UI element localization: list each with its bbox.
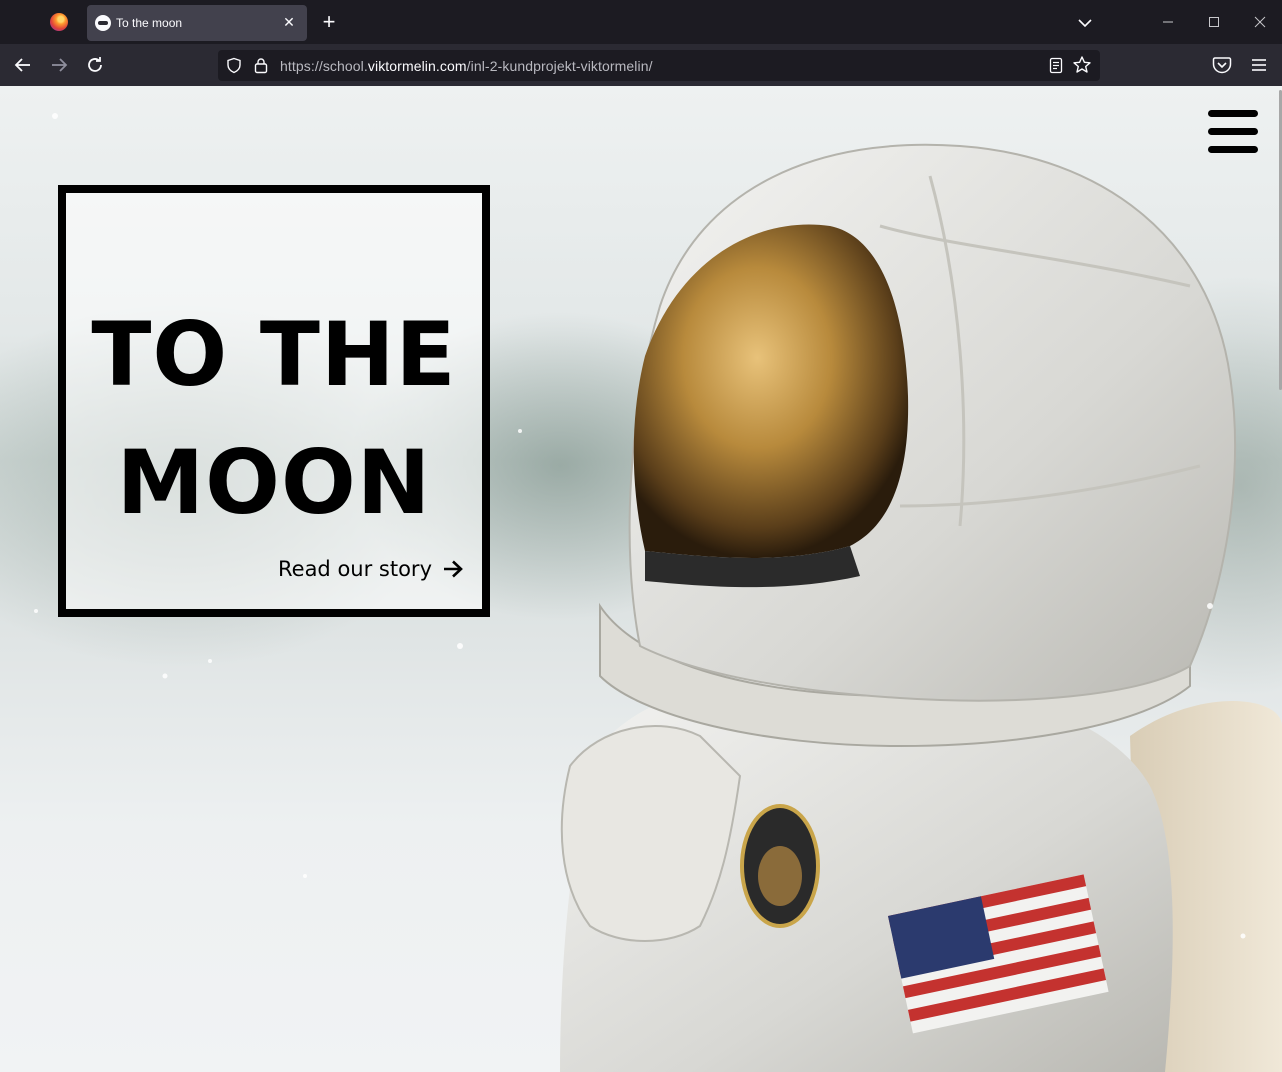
read-our-story-link[interactable]: Read our story bbox=[278, 557, 464, 581]
page-viewport: TO THE MOON Read our story bbox=[0, 86, 1282, 1072]
nav-bar: https://school.viktormelin.com/inl-2-kun… bbox=[0, 44, 1282, 86]
hamburger-bar bbox=[1208, 128, 1258, 135]
url-prefix: https://school. bbox=[280, 58, 368, 74]
firefox-logo-icon[interactable] bbox=[50, 13, 68, 31]
forward-icon[interactable] bbox=[47, 53, 71, 77]
reader-view-icon[interactable] bbox=[1048, 57, 1064, 74]
reload-icon[interactable] bbox=[83, 53, 107, 77]
lock-icon[interactable] bbox=[254, 57, 268, 74]
hero-title-line2: MOON bbox=[116, 431, 432, 534]
url-path: /inl-2-kundprojekt-viktormelin/ bbox=[466, 58, 653, 74]
tab-close-icon[interactable]: ✕ bbox=[279, 12, 299, 32]
hero-title-line1: TO THE bbox=[91, 303, 457, 406]
tab-favicon-icon bbox=[95, 15, 111, 31]
pocket-icon[interactable] bbox=[1212, 56, 1232, 74]
bookmark-star-icon[interactable] bbox=[1072, 55, 1092, 75]
tab-active[interactable]: To the moon ✕ bbox=[87, 5, 307, 41]
app-menu-icon[interactable] bbox=[1250, 56, 1268, 74]
back-icon[interactable] bbox=[11, 53, 35, 77]
new-tab-button[interactable]: + bbox=[318, 11, 340, 33]
hero-title: TO THE MOON bbox=[66, 291, 482, 547]
read-our-story-label: Read our story bbox=[278, 557, 432, 581]
hamburger-bar bbox=[1208, 146, 1258, 153]
url-bar[interactable]: https://school.viktormelin.com/inl-2-kun… bbox=[218, 50, 1100, 81]
close-icon[interactable] bbox=[1248, 10, 1272, 34]
maximize-icon[interactable] bbox=[1202, 10, 1226, 34]
hero-title-box: TO THE MOON Read our story bbox=[58, 185, 490, 617]
shield-icon[interactable] bbox=[226, 57, 242, 74]
minimize-icon[interactable] bbox=[1156, 10, 1180, 34]
hamburger-menu-icon[interactable] bbox=[1208, 110, 1258, 153]
list-all-tabs-icon[interactable] bbox=[1074, 12, 1096, 34]
url-domain: viktormelin.com bbox=[367, 58, 467, 74]
hamburger-bar bbox=[1208, 110, 1258, 117]
arrow-right-icon bbox=[444, 560, 463, 578]
tab-bar: To the moon ✕ + bbox=[0, 0, 1282, 44]
tab-title: To the moon bbox=[116, 16, 183, 30]
url-text[interactable]: https://school.viktormelin.com/inl-2-kun… bbox=[280, 58, 653, 74]
